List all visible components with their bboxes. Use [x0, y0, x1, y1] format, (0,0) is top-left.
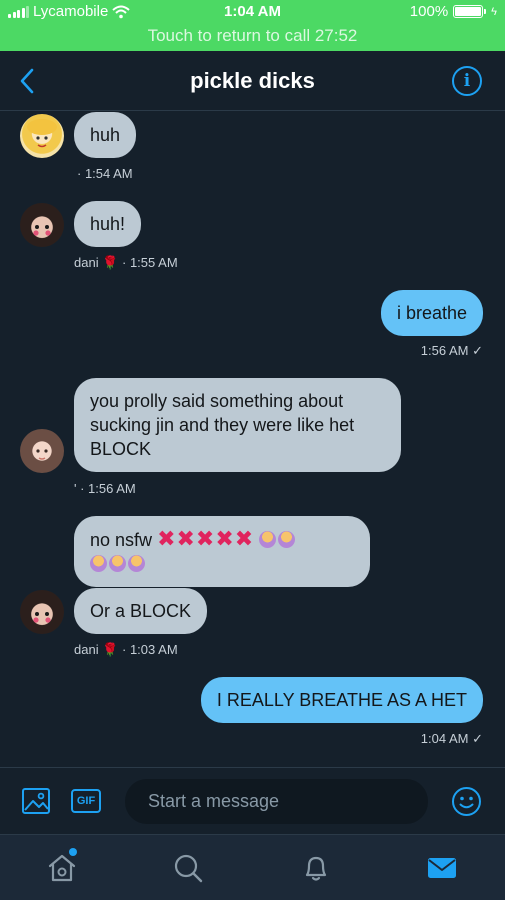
woman-gesturing-no-icon — [259, 531, 277, 548]
woman-gesturing-no-icon — [278, 531, 296, 548]
battery-icon — [453, 5, 487, 18]
message-text: you prolly said something about sucking … — [90, 391, 355, 459]
status-bar: Lycamobile 1:04 AM 100% ϟ — [0, 0, 505, 24]
charging-icon: ϟ — [491, 5, 497, 18]
sender-name: dani — [74, 642, 99, 657]
gif-button[interactable]: GIF — [71, 789, 101, 813]
message-timestamp: · 1:54 AM — [77, 166, 133, 181]
battery-percent: 100% — [409, 3, 449, 20]
info-button[interactable]: i — [452, 66, 482, 96]
message-bubble[interactable]: you prolly said something about sucking … — [74, 378, 401, 472]
message-meta: dani 🌹 · 1:03 AM — [74, 642, 178, 658]
tab-bar — [0, 834, 505, 900]
return-to-call-banner[interactable]: Touch to return to call 27:52 — [0, 24, 505, 51]
message-meta: ' · 1:56 AM — [74, 481, 136, 496]
message-meta: dani 🌹 · 1:55 AM — [74, 255, 178, 271]
message-bubble[interactable]: Or a BLOCK — [74, 588, 208, 634]
avatar[interactable] — [20, 203, 64, 247]
rose-icon: 🌹 — [102, 642, 119, 657]
message-bubble[interactable]: I REALLY BREATHE AS A HET — [200, 677, 483, 723]
tab-messages[interactable] — [426, 852, 458, 884]
gif-label: GIF — [76, 795, 96, 807]
message-timestamp: · 1:55 AM — [122, 255, 178, 270]
message-bubble[interactable]: i breathe — [380, 290, 483, 336]
message-text: huh! — [90, 214, 126, 234]
conversation-header: pickle dicks i — [0, 51, 505, 111]
message-bubble[interactable]: huh — [74, 112, 137, 158]
woman-gesturing-no-icon — [109, 555, 126, 572]
message-timestamp: · 1:56 AM — [80, 481, 136, 496]
cross-mark-emojis: ✖✖✖✖✖ — [157, 526, 255, 551]
image-icon — [22, 788, 50, 814]
avatar[interactable] — [20, 429, 64, 473]
meta-prefix: ' — [74, 481, 77, 496]
smiley-icon — [452, 787, 481, 816]
add-image-button[interactable] — [21, 787, 51, 815]
message-bubble[interactable]: huh! — [74, 201, 142, 247]
new-content-indicator — [69, 848, 77, 856]
message-composer: GIF — [0, 767, 505, 834]
home-icon — [48, 854, 76, 882]
sender-name: dani — [74, 255, 99, 270]
message-timestamp: 1:56 AM ✓ — [420, 343, 483, 358]
emoji-button[interactable] — [451, 786, 482, 817]
tab-notifications[interactable] — [300, 852, 332, 884]
conversation-title: pickle dicks — [190, 68, 315, 93]
message-bubble[interactable]: no nsfw ✖✖✖✖✖ — [74, 516, 370, 587]
message-timestamp: · 1:03 AM — [122, 642, 178, 657]
message-list[interactable]: huh · 1:54 AM huh! dani 🌹 · 1:55 AM i br… — [0, 111, 505, 766]
tab-search[interactable] — [172, 852, 204, 884]
avatar[interactable] — [20, 590, 64, 634]
tab-home[interactable] — [46, 848, 78, 884]
rose-icon: 🌹 — [102, 255, 119, 270]
search-icon — [174, 854, 203, 883]
battery-group: 100% ϟ — [410, 3, 497, 20]
avatar[interactable] — [20, 114, 64, 158]
notifications-icon — [305, 856, 327, 881]
message-text: huh — [90, 125, 121, 145]
message-text: I REALLY BREATHE AS A HET — [216, 690, 467, 710]
messages-icon — [428, 858, 456, 878]
message-timestamp: 1:04 AM ✓ — [420, 731, 483, 746]
woman-gesturing-no-icon — [128, 555, 145, 572]
message-text: i breathe — [396, 303, 467, 323]
info-icon: i — [463, 71, 471, 91]
woman-gesturing-no-icon — [90, 555, 107, 572]
message-text: no nsfw — [90, 530, 153, 550]
message-text: Or a BLOCK — [90, 601, 192, 621]
message-input[interactable] — [125, 779, 428, 824]
